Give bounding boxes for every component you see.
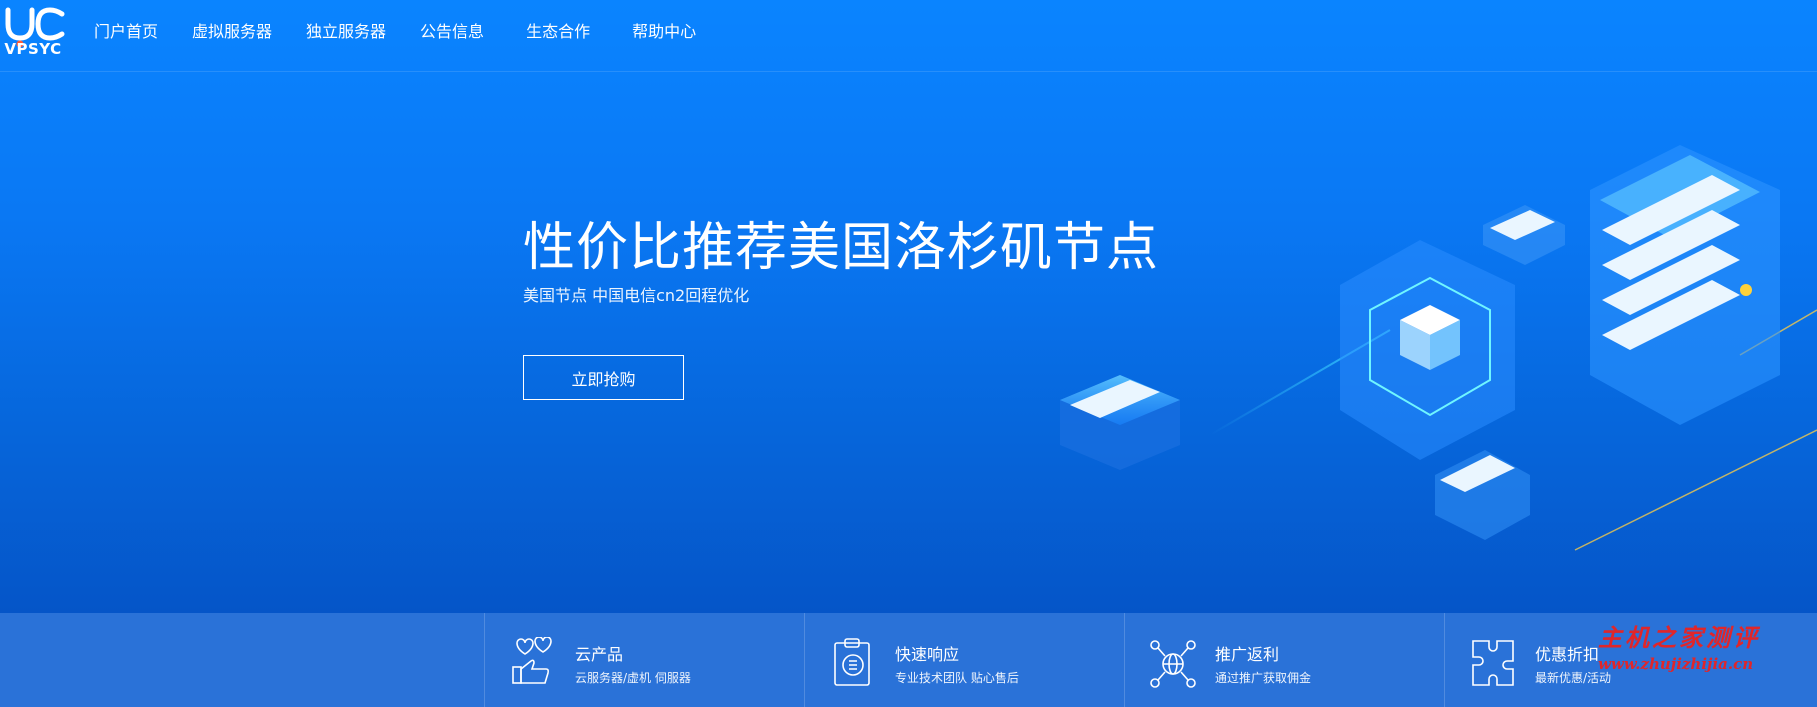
feature-title: 推广返利: [1215, 645, 1280, 664]
feature-cloud-products[interactable]: 云产品 云服务器/虚机 伺服器: [484, 613, 804, 707]
feature-referral[interactable]: 推广返利 通过推广获取佣金: [1124, 613, 1444, 707]
nav-item-home[interactable]: 门户首页: [94, 0, 158, 64]
hero-banner: VPSYC 门户首页 虚拟服务器 独立服务器 公告信息 生态合作 帮助中心 性价…: [0, 0, 1817, 613]
nav-item-announcements[interactable]: 公告信息: [420, 0, 484, 64]
hero-subtitle: 美国节点 中国电信cn2回程优化: [523, 286, 750, 305]
nav-item-help-center[interactable]: 帮助中心: [632, 0, 696, 64]
cloud-product-icon: [512, 637, 552, 684]
feature-title: 快速响应: [895, 645, 960, 664]
feature-title: 优惠折扣: [1535, 645, 1600, 664]
watermark-title: 主机之家测评: [1598, 623, 1760, 652]
logo-wordmark: VPSYC: [4, 40, 62, 58]
top-navigation-bar: VPSYC 门户首页 虚拟服务器 独立服务器 公告信息 生态合作 帮助中心: [0, 0, 1817, 72]
server-illustration-icon: [1060, 145, 1817, 551]
network-globe-icon: [1150, 640, 1196, 688]
nav-item-partners[interactable]: 生态合作: [526, 0, 590, 64]
feature-bar: 云产品 云服务器/虚机 伺服器 快速响应 专业技术团队 贴心售后 推广返利 通过…: [0, 613, 1817, 707]
feature-fast-response[interactable]: 快速响应 专业技术团队 贴心售后: [804, 613, 1124, 707]
feature-title: 云产品: [575, 645, 624, 664]
watermark: 主机之家测评 www.zhujizhijia.cn: [1598, 618, 1808, 678]
feature-desc: 通过推广获取佣金: [1215, 671, 1312, 685]
feature-desc: 云服务器/虚机 伺服器: [575, 671, 691, 685]
nav-item-virtual-servers[interactable]: 虚拟服务器: [192, 0, 272, 64]
buy-now-button[interactable]: 立即抢购: [523, 355, 684, 400]
watermark-url: www.zhujizhijia.cn: [1598, 655, 1754, 673]
clipboard-icon: [834, 638, 870, 686]
feature-desc: 专业技术团队 贴心售后: [895, 671, 1019, 685]
puzzle-icon: [1472, 640, 1514, 686]
nav-item-dedicated-servers[interactable]: 独立服务器: [306, 0, 386, 64]
main-nav: 门户首页 虚拟服务器 独立服务器 公告信息 生态合作 帮助中心: [94, 0, 730, 64]
